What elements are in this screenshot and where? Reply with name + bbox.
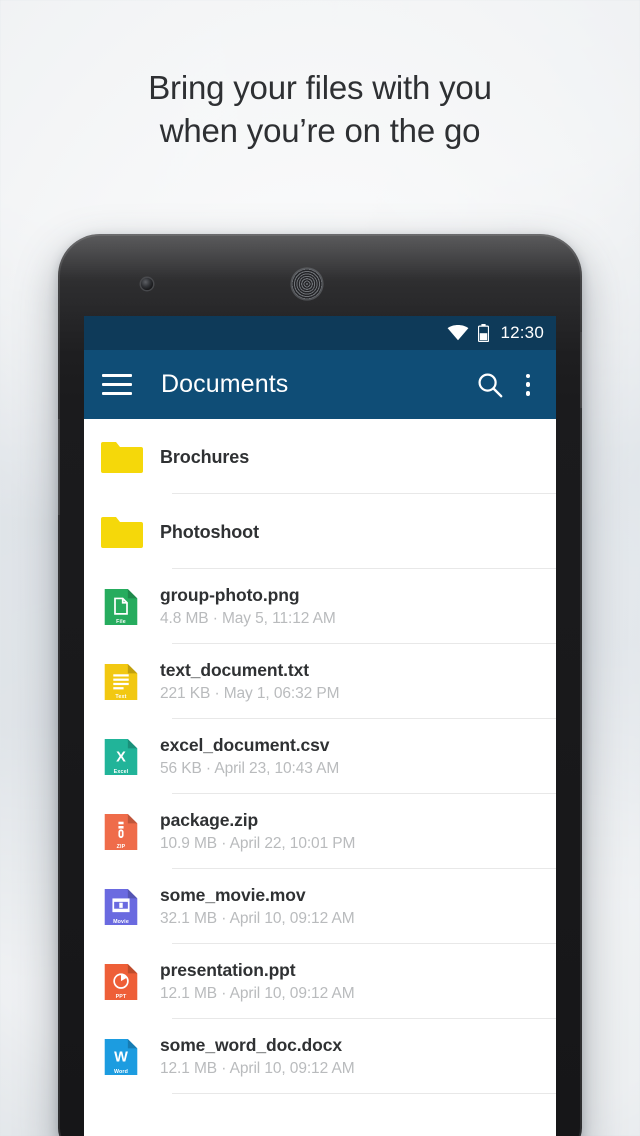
status-bar-icons: 12:30: [447, 323, 544, 343]
promo-headline-line-2: when you’re on the go: [159, 112, 481, 149]
file-name: package.zip: [160, 810, 259, 830]
word-file-icon: W Word: [98, 1034, 144, 1080]
svg-text:File: File: [116, 618, 126, 624]
file-meta: 221 KB · May 1, 06:32 PM: [160, 685, 340, 702]
svg-text:W: W: [114, 1049, 128, 1065]
file-list-item[interactable]: Photoshoot: [84, 494, 556, 569]
file-meta: 56 KB · April 23, 10:43 AM: [160, 760, 340, 777]
word-file-icon: W Word: [104, 1038, 138, 1075]
screenshot-stage: Bring your files with you when you’re on…: [0, 0, 640, 1136]
promo-headline-line-1: Bring your files with you: [148, 69, 492, 106]
file-meta: 4.8 MB · May 5, 11:12 AM: [160, 610, 336, 627]
folder-icon: [98, 440, 144, 474]
svg-text:PPT: PPT: [116, 993, 127, 999]
svg-text:Text: Text: [115, 693, 126, 699]
excel-file-icon: X Excel: [104, 738, 138, 775]
front-camera-icon: [141, 278, 153, 290]
volume-button[interactable]: [58, 419, 60, 515]
file-list-item[interactable]: X Excel excel_document.csv 56 KB · April 23…: [84, 719, 556, 794]
list-divider: [172, 1093, 556, 1094]
file-list-item[interactable]: ZIP package.zip 10.9 MB · April 22, 10:01 …: [84, 794, 556, 869]
status-bar-clock: 12:30: [500, 323, 544, 342]
folder-icon: [98, 515, 144, 549]
overflow-dot-2: [525, 382, 531, 387]
excel-file-icon: X Excel: [98, 734, 144, 780]
powerpoint-file-icon: PPT: [98, 959, 144, 1005]
file-list-item-text: Brochures: [160, 446, 249, 468]
text-file-icon: Text: [104, 663, 138, 700]
svg-text:ZIP: ZIP: [117, 843, 126, 849]
text-file-icon: Text: [98, 659, 144, 705]
battery-icon: [478, 324, 490, 342]
file-name: excel_document.csv: [160, 735, 330, 755]
promo-headline: Bring your files with you when you’re on…: [0, 66, 640, 152]
overflow-dot-3: [525, 390, 531, 396]
file-meta: 10.9 MB · April 22, 10:01 PM: [160, 835, 356, 852]
file-name: some_movie.mov: [160, 885, 306, 905]
file-list-item-text: package.zip 10.9 MB · April 22, 10:01 PM: [160, 809, 355, 854]
search-button[interactable]: [476, 371, 504, 399]
svg-text:Excel: Excel: [114, 768, 129, 774]
power-button[interactable]: [580, 332, 582, 408]
movie-file-icon: Movie: [104, 888, 138, 925]
phone-device-mockup: 12:30 Documents Brochures Photoshoot Fil…: [58, 234, 582, 1136]
file-meta: 12.1 MB · April 10, 09:12 AM: [160, 985, 355, 1002]
file-list-item[interactable]: W Word some_word_doc.docx 12.1 MB · April 1…: [84, 1019, 556, 1094]
image-file-icon: File: [98, 584, 144, 630]
earpiece-speaker-icon: [292, 269, 322, 299]
file-list-item-text: excel_document.csv 56 KB · April 23, 10:4…: [160, 734, 339, 779]
folder-icon: [101, 516, 143, 548]
file-meta: 12.1 MB · April 10, 09:12 AM: [160, 1060, 355, 1077]
file-list-item-text: some_word_doc.docx 12.1 MB · April 10, 09…: [160, 1034, 355, 1079]
file-name: some_word_doc.docx: [160, 1035, 343, 1055]
search-icon: [478, 373, 503, 397]
overflow-dot-1: [525, 373, 531, 379]
file-name: presentation.ppt: [160, 960, 296, 980]
powerpoint-file-icon: PPT: [104, 963, 138, 1000]
overflow-menu-button[interactable]: [516, 372, 540, 398]
file-list[interactable]: Brochures Photoshoot File group-photo.png 4.…: [84, 419, 556, 1136]
app-bar: Documents: [84, 350, 556, 419]
file-list-item-text: Photoshoot: [160, 521, 259, 543]
image-file-icon: File: [104, 588, 138, 625]
file-list-item[interactable]: Text text_document.txt 221 KB · May 1, 06:…: [84, 644, 556, 719]
file-list-item[interactable]: File group-photo.png 4.8 MB · May 5, 11:12…: [84, 569, 556, 644]
file-list-item[interactable]: Movie some_movie.mov 32.1 MB · April 10, 0…: [84, 869, 556, 944]
folder-icon: [101, 441, 143, 473]
svg-text:X: X: [116, 749, 126, 765]
file-list-item-text: text_document.txt 221 KB · May 1, 06:32 P…: [160, 659, 339, 704]
svg-text:Movie: Movie: [113, 918, 129, 924]
file-list-item-text: group-photo.png 4.8 MB · May 5, 11:12 AM: [160, 584, 336, 629]
file-list-item[interactable]: Brochures: [84, 419, 556, 494]
app-bar-title: Documents: [161, 370, 289, 398]
phone-screen: 12:30 Documents Brochures Photoshoot Fil…: [84, 316, 556, 1136]
file-list-item-text: presentation.ppt 12.1 MB · April 10, 09:1…: [160, 959, 355, 1004]
status-bar: 12:30: [84, 316, 556, 350]
file-name: text_document.txt: [160, 660, 310, 680]
file-list-item-text: some_movie.mov 32.1 MB · April 10, 09:12 …: [160, 884, 355, 929]
file-name: Photoshoot: [160, 521, 259, 542]
zip-file-icon: ZIP: [104, 813, 138, 850]
movie-file-icon: Movie: [98, 884, 144, 930]
wifi-icon: [448, 325, 469, 341]
zip-file-icon: ZIP: [98, 809, 144, 855]
file-name: Brochures: [160, 446, 250, 467]
svg-text:Word: Word: [114, 1068, 128, 1074]
file-list-item[interactable]: PPT presentation.ppt 12.1 MB · April 10, 0…: [84, 944, 556, 1019]
hamburger-menu-icon[interactable]: [102, 373, 132, 396]
file-meta: 32.1 MB · April 10, 09:12 AM: [160, 910, 355, 927]
file-name: group-photo.png: [160, 585, 300, 605]
